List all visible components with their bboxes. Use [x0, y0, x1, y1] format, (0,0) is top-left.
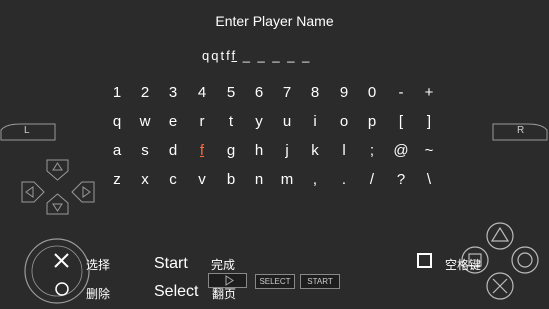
right-arrow-icon — [82, 186, 91, 198]
dpad-right-button[interactable] — [71, 181, 95, 203]
dpad — [21, 159, 95, 215]
left-arrow-icon — [25, 186, 34, 198]
select-hint-label: 选择 — [86, 258, 111, 272]
start-button[interactable]: START — [300, 274, 340, 289]
circle-delete-icon — [55, 282, 69, 296]
cross-icon — [492, 278, 508, 294]
screen: Enter Player Name qqtff _ _ _ _ _ 123456… — [0, 0, 549, 309]
select-button-hint-label: Select — [154, 283, 199, 300]
circle-button[interactable] — [511, 246, 539, 274]
dpad-up-button[interactable] — [46, 159, 69, 181]
page-hint-label: 翻页 — [212, 287, 237, 301]
up-arrow-icon — [52, 162, 63, 171]
cross-button[interactable] — [486, 272, 514, 300]
triangle-button[interactable] — [486, 222, 514, 250]
cross-select-icon — [54, 253, 69, 268]
space-hint-label: 空格键 — [445, 258, 482, 272]
done-hint-label: 完成 — [211, 258, 236, 272]
analog-stick[interactable] — [24, 238, 90, 304]
delete-hint-label: 删除 — [86, 287, 111, 301]
circle-icon — [517, 252, 533, 268]
down-arrow-icon — [52, 203, 63, 212]
space-square-icon — [417, 253, 432, 268]
select-button[interactable]: SELECT — [255, 274, 295, 289]
start-hint-label: Start — [154, 255, 188, 272]
dpad-down-button[interactable] — [46, 193, 69, 215]
triangle-icon — [490, 226, 510, 242]
dpad-left-button[interactable] — [21, 181, 45, 203]
